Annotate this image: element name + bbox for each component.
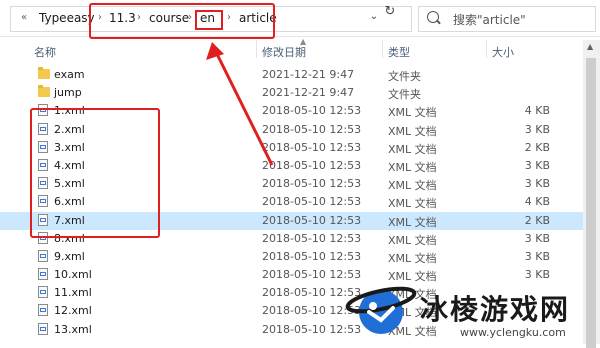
watermark-title: 冰棱游戏网 — [420, 293, 571, 326]
watermark-url: www.yclengku.com — [460, 326, 566, 339]
watermark-logo-icon — [345, 286, 417, 334]
